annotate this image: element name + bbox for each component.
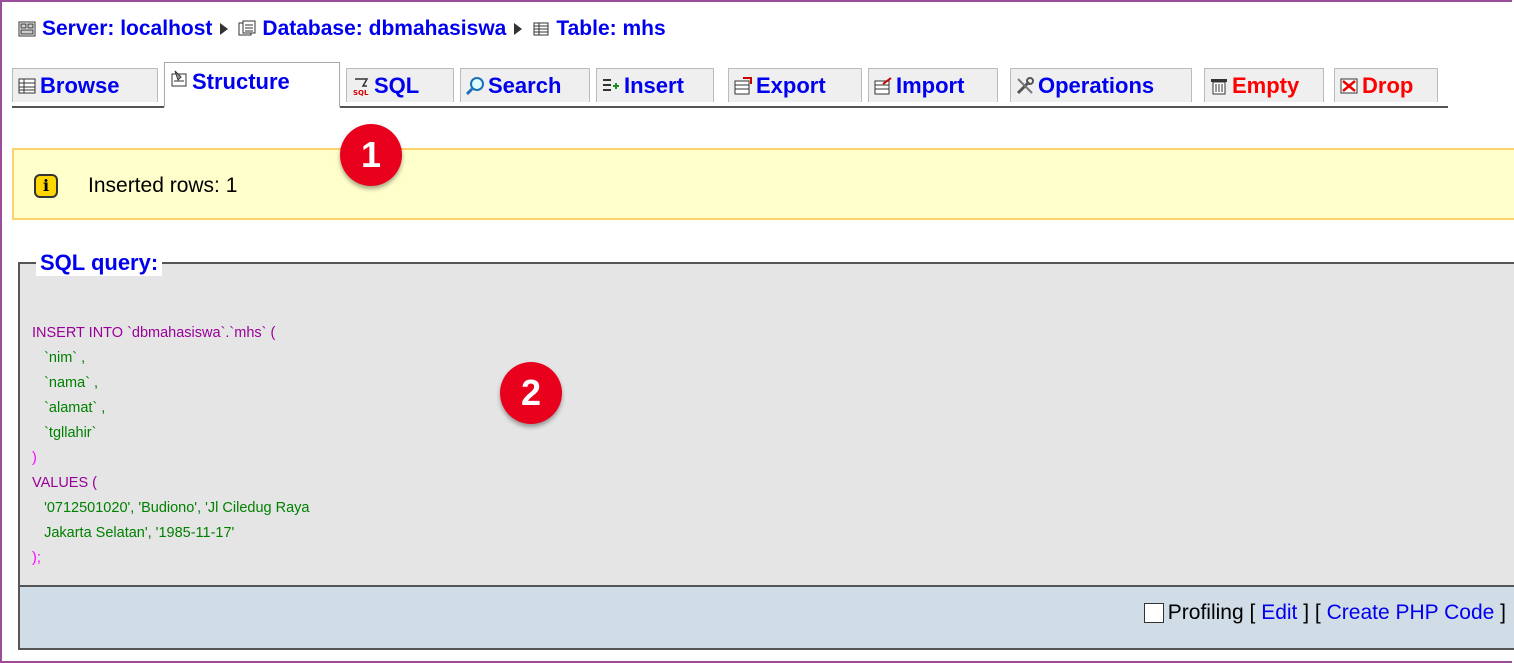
footer-actions: Profiling [ Edit ] [ Create PHP Code ] <box>1143 601 1506 625</box>
edit-link[interactable]: Edit <box>1261 601 1297 625</box>
tab-insert[interactable]: Insert <box>596 68 714 102</box>
annotation-badge-1: 1 <box>340 124 402 186</box>
breadcrumb-arrow-icon <box>514 23 523 35</box>
info-icon: i <box>34 174 58 198</box>
sql-line-6: ) <box>32 450 37 466</box>
tab-import-label: Import <box>896 72 965 98</box>
tab-sql[interactable]: SQL SQL <box>346 68 454 102</box>
tab-browse[interactable]: Browse <box>12 68 158 102</box>
breadcrumb-table-label: Table: mhs <box>556 17 666 40</box>
sql-query-footer: Profiling [ Edit ] [ Create PHP Code ] <box>20 585 1514 648</box>
drop-icon <box>1339 76 1359 96</box>
create-php-code-link[interactable]: Create PHP Code <box>1327 601 1495 625</box>
tab-operations[interactable]: Operations <box>1010 68 1192 102</box>
tab-import[interactable]: Import <box>868 68 998 102</box>
breadcrumb-database[interactable]: Database: dbmahasiswa <box>238 17 506 41</box>
bracket-close: ] <box>1500 601 1506 624</box>
profiling-label: Profiling <box>1167 601 1244 624</box>
svg-text:SQL: SQL <box>353 89 369 96</box>
empty-icon <box>1209 76 1229 96</box>
bracket-close: ] <box>1303 601 1310 624</box>
browse-icon <box>17 76 37 96</box>
annotation-badge-2: 2 <box>500 362 562 424</box>
server-icon <box>18 20 36 38</box>
bracket-open: [ <box>1249 601 1256 624</box>
sql-line-1: INSERT INTO `dbmahasiswa`.`mhs` ( <box>32 325 276 341</box>
tab-structure-label: Structure <box>192 69 290 94</box>
breadcrumb: Server: localhost Database: dbmahasiswa … <box>18 16 666 42</box>
sql-line-10: ); <box>32 550 41 566</box>
tab-structure[interactable]: Structure <box>164 62 340 108</box>
insert-icon <box>601 76 621 96</box>
sql-line-2: `nim` , <box>44 350 86 366</box>
table-icon <box>532 20 550 38</box>
tab-export-label: Export <box>756 72 826 98</box>
tab-browse-label: Browse <box>40 72 120 98</box>
tab-sql-label: SQL <box>374 72 420 98</box>
tab-bar: Browse Structure SQL SQL Search Insert E… <box>12 62 1448 108</box>
tab-empty[interactable]: Empty <box>1204 68 1324 102</box>
sql-query-legend: SQL query: <box>36 250 163 276</box>
import-icon <box>873 76 893 96</box>
sql-line-3: `nama` , <box>44 375 99 391</box>
breadcrumb-server[interactable]: Server: localhost <box>18 17 212 41</box>
structure-icon <box>169 69 189 89</box>
sql-query-code[interactable]: INSERT INTO `dbmahasiswa`.`mhs` ( `nim` … <box>32 296 309 571</box>
tab-insert-label: Insert <box>624 72 684 98</box>
tab-drop-label: Drop <box>1362 72 1414 98</box>
tab-empty-label: Empty <box>1232 72 1300 98</box>
tab-drop[interactable]: Drop <box>1334 68 1438 102</box>
sql-line-5: `tgllahir` <box>44 425 97 441</box>
breadcrumb-arrow-icon <box>220 23 229 35</box>
notice-text: Inserted rows: 1 <box>88 174 238 197</box>
tab-operations-label: Operations <box>1038 72 1155 98</box>
profiling-checkbox[interactable] <box>1143 603 1164 623</box>
notice-message: i Inserted rows: 1 <box>12 148 1514 220</box>
breadcrumb-server-label: Server: localhost <box>42 17 213 40</box>
database-icon <box>238 20 256 38</box>
sql-line-9: Jakarta Selatan', '1985-11-17' <box>44 525 235 541</box>
sql-icon: SQL <box>351 76 371 97</box>
tab-export[interactable]: Export <box>728 68 862 102</box>
breadcrumb-table[interactable]: Table: mhs <box>532 17 666 41</box>
bracket-open: [ <box>1314 601 1321 624</box>
tab-search[interactable]: Search <box>460 68 590 102</box>
breadcrumb-database-label: Database: dbmahasiswa <box>262 17 507 40</box>
sql-line-4: `alamat` , <box>44 400 106 416</box>
sql-line-7: VALUES ( <box>32 475 98 491</box>
export-icon <box>733 76 753 96</box>
operations-icon <box>1015 76 1035 96</box>
sql-line-8: '0712501020', 'Budiono', 'Jl Ciledug Ray… <box>44 500 310 516</box>
tab-search-label: Search <box>488 72 562 98</box>
search-icon <box>465 76 485 96</box>
